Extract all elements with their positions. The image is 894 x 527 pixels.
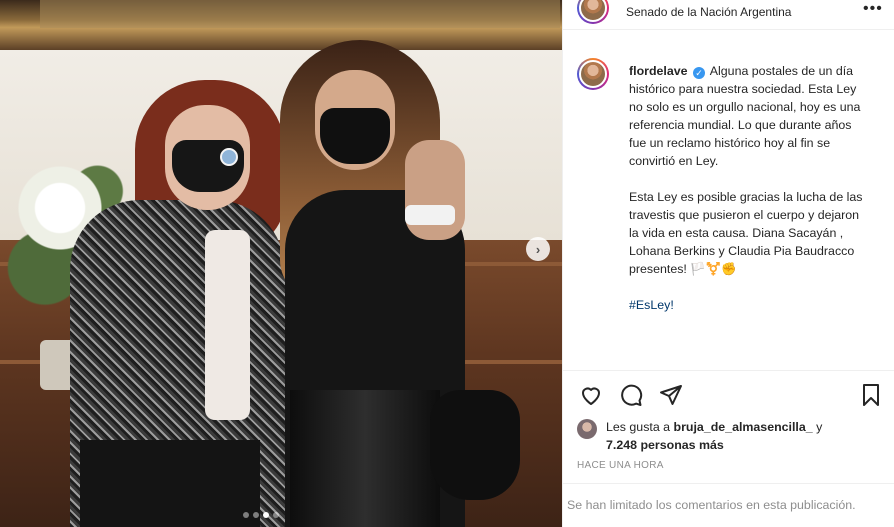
carousel-dot xyxy=(243,512,249,518)
caption-paragraph-2: Esta Ley es posible gracias la lucha de … xyxy=(629,190,863,276)
painting-frame-inner xyxy=(40,0,560,28)
more-options-icon[interactable]: ••• xyxy=(863,0,883,18)
liker-username[interactable]: bruja_de_almasencilla_ xyxy=(674,420,813,434)
author-avatar[interactable] xyxy=(577,0,609,24)
wrist-ribbon xyxy=(405,205,455,225)
bookmark-icon[interactable] xyxy=(859,383,883,407)
raised-fist xyxy=(405,140,465,240)
person-left-skirt xyxy=(80,440,260,527)
chevron-right-icon: › xyxy=(535,241,541,257)
carousel-next-button[interactable]: › xyxy=(526,237,550,261)
post-photo[interactable]: › xyxy=(0,0,562,527)
location-link[interactable]: Senado de la Nación Argentina xyxy=(626,5,791,19)
caption-text: flordelave ✓ Alguna postales de un día h… xyxy=(629,62,869,314)
carousel-dot xyxy=(273,512,279,518)
handbag xyxy=(430,390,520,500)
heart-icon[interactable] xyxy=(579,383,603,407)
likes-joiner: y xyxy=(816,420,823,434)
comment-icon[interactable] xyxy=(619,383,643,407)
post-side-panel: Senado de la Nación Argentina ••• florde… xyxy=(562,0,894,527)
post-header: Senado de la Nación Argentina ••• xyxy=(563,0,894,30)
verified-badge-icon: ✓ xyxy=(693,67,705,79)
person-left-mask xyxy=(172,140,244,192)
caption-avatar[interactable] xyxy=(577,58,609,90)
caption-paragraph-1: Alguna postales de un día histórico para… xyxy=(629,64,861,168)
carousel-dot-active xyxy=(263,512,269,518)
comments-limited-notice: Se han limitado los comentarios en esta … xyxy=(563,483,894,527)
liker-avatar[interactable] xyxy=(577,419,597,439)
carousel-dot xyxy=(253,512,259,518)
carousel-dots xyxy=(243,512,279,518)
caption-username[interactable]: flordelave xyxy=(629,64,688,78)
person-right-pants xyxy=(290,390,440,527)
action-bar xyxy=(563,370,894,420)
person-right-mask xyxy=(320,108,390,164)
likes-count-link[interactable]: 7.248 personas más xyxy=(606,438,724,452)
person-left-shirt xyxy=(205,230,250,420)
mask-flag-badge xyxy=(220,148,238,166)
hashtag-link[interactable]: #EsLey! xyxy=(629,296,869,314)
post-timestamp[interactable]: HACE UNA HORA xyxy=(577,460,664,471)
likes-prefix: Les gusta a xyxy=(606,420,671,434)
share-icon[interactable] xyxy=(659,383,683,407)
